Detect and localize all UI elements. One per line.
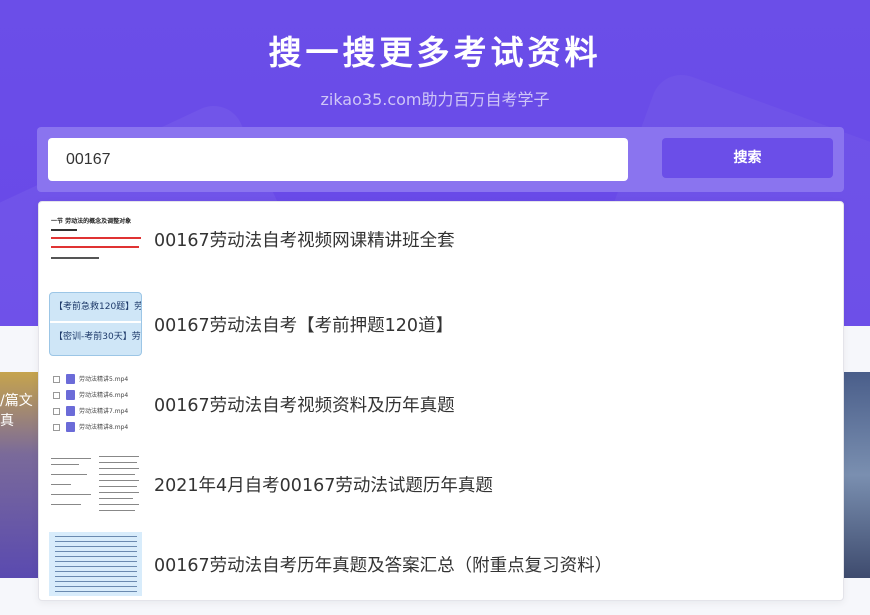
- search-button[interactable]: 搜索: [662, 138, 833, 178]
- page-subtitle: zikao35.com助力百万自考学子: [320, 90, 550, 109]
- search-result-item[interactable]: 【考前急救120题】劳 【密训-考前30天】劳动 00167劳动法自考【考前押题…: [39, 292, 845, 372]
- result-title[interactable]: 2021年4月自考00167劳动法试题历年真题: [154, 472, 493, 497]
- result-title[interactable]: 00167劳动法自考视频网课精讲班全套: [154, 227, 455, 252]
- video-file-icon: [66, 390, 75, 400]
- search-result-item[interactable]: 劳动法精讲5.mp4 劳动法精讲6.mp4 劳动法精讲7.mp4 劳动法精讲8.…: [39, 372, 845, 452]
- thumbnail-text: 【考前急救120题】劳: [54, 302, 142, 312]
- search-input[interactable]: 00167: [48, 138, 628, 181]
- scan-thumbnail: [49, 452, 142, 516]
- table-thumbnail: [49, 532, 142, 596]
- search-result-item[interactable]: 2021年4月自考00167劳动法试题历年真题: [39, 452, 845, 532]
- search-suggestions-dropdown: 一节 劳动法的概念及调整对象 00167劳动法自考视频网课精讲班全套 【考前急救…: [38, 201, 844, 601]
- file-name: 劳动法精讲6.mp4: [79, 392, 129, 399]
- search-result-item[interactable]: 00167劳动法自考历年真题及答案汇总（附重点复习资料）: [39, 532, 845, 612]
- thumbnail-text: 【密训-考前30天】劳动: [54, 332, 142, 342]
- search-result-item[interactable]: 一节 劳动法的概念及调整对象 00167劳动法自考视频网课精讲班全套: [39, 207, 845, 287]
- result-title[interactable]: 00167劳动法自考视频资料及历年真题: [154, 392, 455, 417]
- file-name: 劳动法精讲5.mp4: [79, 376, 129, 383]
- file-list-thumbnail: 劳动法精讲5.mp4 劳动法精讲6.mp4 劳动法精讲7.mp4 劳动法精讲8.…: [49, 372, 142, 436]
- video-file-icon: [66, 374, 75, 384]
- file-name: 劳动法精讲7.mp4: [79, 408, 129, 415]
- background-banner-left: /篇文真: [0, 372, 40, 578]
- search-bar: 00167 搜索: [37, 127, 844, 192]
- background-banner-right: [843, 372, 870, 578]
- file-name: 劳动法精讲8.mp4: [79, 424, 129, 431]
- result-title[interactable]: 00167劳动法自考历年真题及答案汇总（附重点复习资料）: [154, 552, 612, 577]
- banner-thumbnail: 【考前急救120题】劳 【密训-考前30天】劳动: [49, 292, 142, 356]
- thumbnail-heading: 一节 劳动法的概念及调整对象: [51, 218, 132, 225]
- video-file-icon: [66, 406, 75, 416]
- video-file-icon: [66, 422, 75, 432]
- background-banner-text: /篇文真: [0, 393, 33, 429]
- result-title[interactable]: 00167劳动法自考【考前押题120道】: [154, 312, 453, 337]
- page-title: 搜一搜更多考试资料: [268, 33, 602, 72]
- document-thumbnail: 一节 劳动法的概念及调整对象: [49, 207, 142, 271]
